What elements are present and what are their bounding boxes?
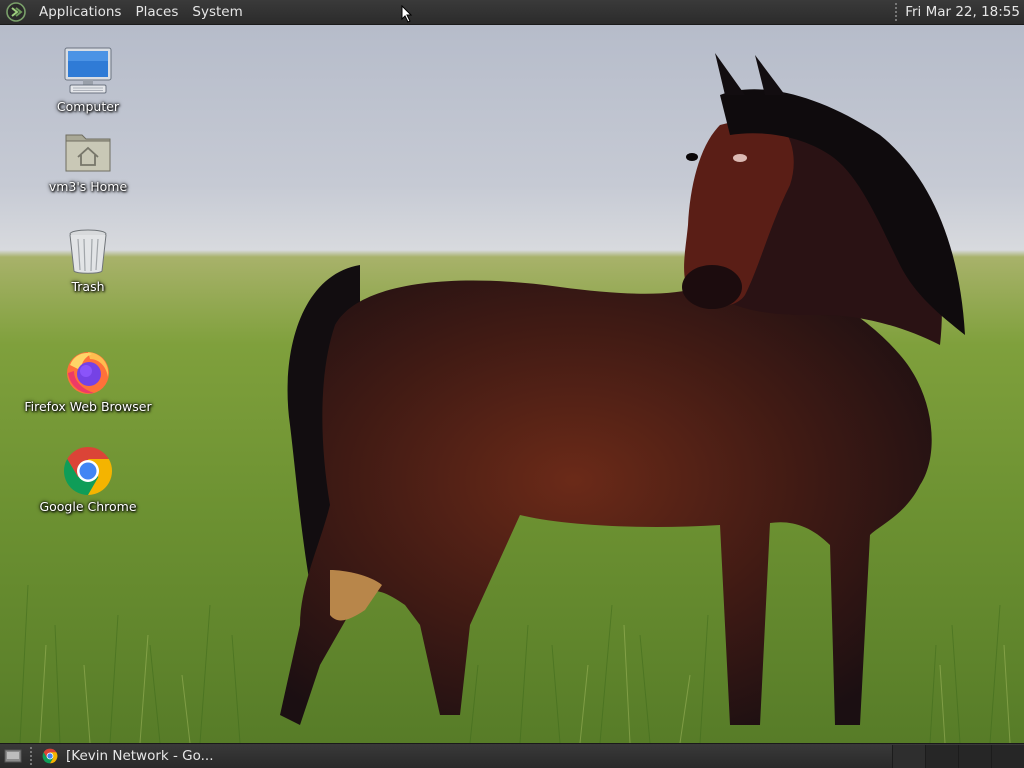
system-menu[interactable]: System (185, 0, 249, 25)
top-panel: Applications Places System Fri Mar 22, 1… (0, 0, 1024, 25)
desktop-icon-chrome[interactable]: Google Chrome (13, 445, 163, 514)
workspace-1[interactable] (892, 744, 925, 768)
desktop-icon-computer[interactable]: Computer (13, 45, 163, 114)
taskbar-window-label: [Kevin Network - Go... (66, 748, 214, 764)
desktop-icon-label: vm3's Home (48, 179, 128, 194)
desktop-icon-trash[interactable]: Trash (13, 225, 163, 294)
workspace-switcher (892, 744, 1024, 768)
workspace-2[interactable] (925, 744, 958, 768)
places-menu[interactable]: Places (128, 0, 185, 25)
desktop-icon-label: Firefox Web Browser (24, 399, 152, 414)
desktop-icon-label: Google Chrome (39, 499, 137, 514)
trash-icon (69, 229, 107, 274)
mouse-pointer-icon (401, 5, 413, 23)
panel-separator (895, 3, 898, 21)
home-folder-icon (65, 134, 111, 172)
show-desktop-icon (4, 749, 22, 763)
desktop-icon-firefox[interactable]: Firefox Web Browser (13, 345, 163, 414)
computer-icon (64, 47, 112, 94)
desktop-icon-label: Trash (71, 279, 105, 294)
workspace-4[interactable] (991, 744, 1024, 768)
chrome-icon (63, 447, 113, 495)
desktop-icon-home[interactable]: vm3's Home (13, 125, 163, 194)
workspace-3[interactable] (958, 744, 991, 768)
bottom-panel: [Kevin Network - Go... (0, 743, 1024, 768)
desktop-icon-label: Computer (56, 99, 120, 114)
chrome-icon (42, 748, 58, 764)
show-desktop-button[interactable] (2, 745, 24, 767)
taskbar-separator (30, 747, 32, 765)
firefox-icon (67, 352, 109, 394)
taskbar-window-button[interactable]: [Kevin Network - Go... (38, 745, 218, 768)
mate-logo-icon[interactable] (6, 2, 26, 22)
clock[interactable]: Fri Mar 22, 18:55 (905, 4, 1024, 20)
applications-menu[interactable]: Applications (32, 0, 128, 25)
